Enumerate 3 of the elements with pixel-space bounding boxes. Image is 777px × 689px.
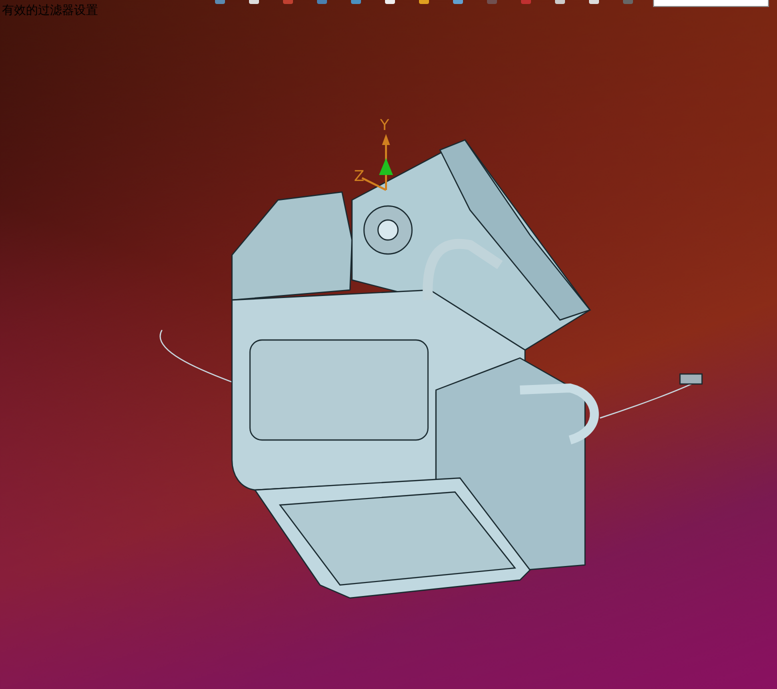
status-text: 有效的过滤器设置 (2, 3, 98, 17)
axis-label: Z (354, 167, 364, 185)
axis-label: Y (380, 116, 390, 134)
